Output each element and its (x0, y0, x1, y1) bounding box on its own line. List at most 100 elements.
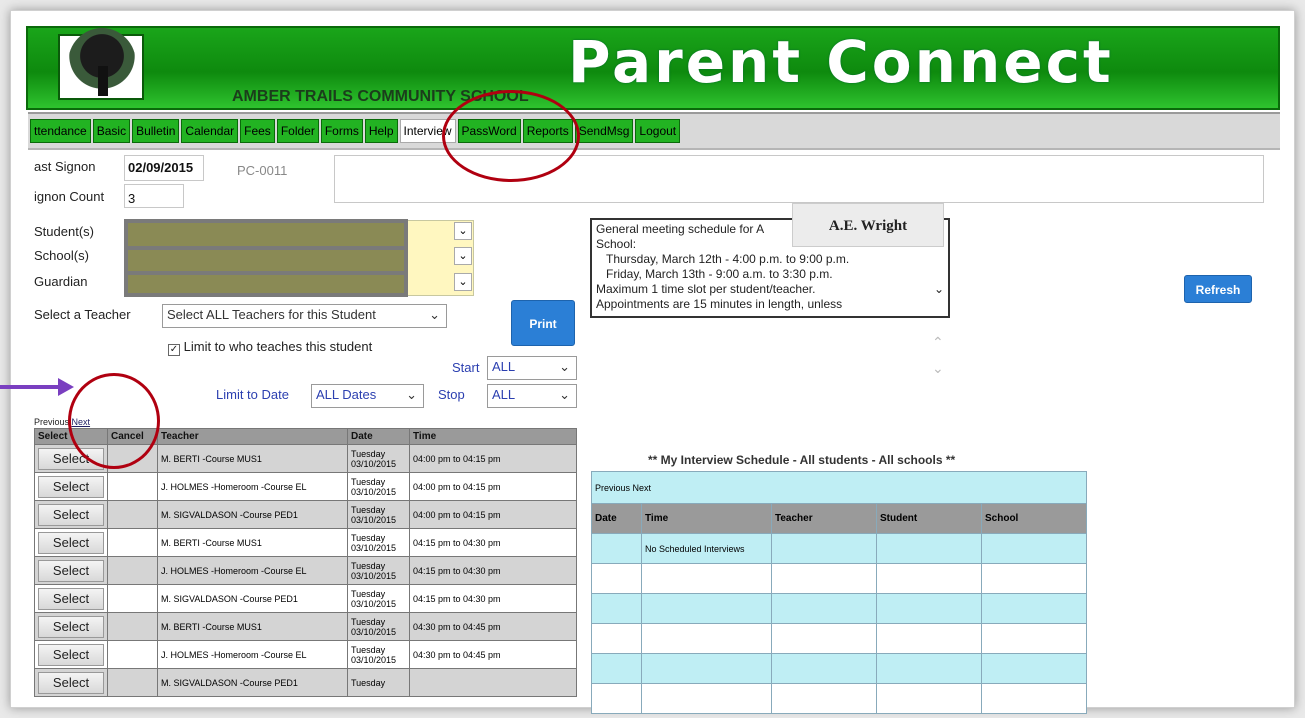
signon-count-value: 3 (128, 191, 136, 206)
time-cell: 04:00 pm to 04:15 pm (409, 500, 577, 529)
nav-tabs: ttendance Basic Bulletin Calendar Fees F… (30, 119, 682, 143)
last-signon-value: 02/09/2015 (128, 160, 194, 175)
date-cell: Tuesday 03/10/2015 (347, 612, 410, 641)
annotation-circle (68, 373, 160, 469)
scroll-down-icon[interactable]: ⌄ (934, 282, 944, 297)
time-cell: 04:00 pm to 04:15 pm (409, 472, 577, 501)
schedule-header-row: Date Time Teacher Student School (591, 503, 1087, 534)
date-cell: Tuesday 03/10/2015 (347, 640, 410, 669)
limit-teaches-row: ✓ Limit to who teaches this student (168, 339, 372, 356)
refresh-button[interactable]: Refresh (1184, 275, 1252, 303)
guardian-label: Guardian (34, 274, 88, 289)
select-button[interactable]: Select (38, 671, 104, 694)
time-cell: 04:30 pm to 04:45 pm (409, 612, 577, 641)
teacher-cell: M. SIGVALDASON -Course PED1 (157, 584, 348, 613)
teacher-cell: M. SIGVALDASON -Course PED1 (157, 500, 348, 529)
limit-date-label: Limit to Date (216, 387, 289, 402)
column-header: Teacher (157, 428, 348, 445)
limit-teaches-label: Limit to who teaches this student (183, 339, 373, 354)
time-cell: 04:15 pm to 04:30 pm (409, 528, 577, 557)
table-row (591, 563, 1087, 594)
cancel-cell (107, 500, 158, 529)
schedule-title: ** My Interview Schedule - All students … (648, 453, 956, 467)
table-row (591, 593, 1087, 624)
tab-folder[interactable]: Folder (276, 119, 319, 143)
tab-sendmsg[interactable]: SendMsg (574, 119, 634, 143)
schools-dropdown-arrow[interactable]: ⌄ (454, 247, 472, 265)
table-row: Select M. SIGVALDASON -Course PED1 Tuesday… (34, 584, 577, 613)
empty-schedule-text: No Scheduled Interviews (641, 533, 772, 564)
date-cell: Tuesday 03/10/2015 (347, 444, 410, 473)
tab-bulletin[interactable]: Bulletin (132, 119, 180, 143)
tab-basic[interactable]: Basic (92, 119, 131, 143)
app-title: Parent Connect (568, 28, 1114, 96)
time-cell (409, 668, 577, 697)
teacher-cell: J. HOLMES -Homeroom -Course EL (157, 472, 348, 501)
select-button[interactable]: Select (38, 475, 104, 498)
start-select[interactable]: ALL ⌄ (487, 356, 577, 380)
schools-label: School(s) (34, 248, 89, 263)
table-row: Select M. SIGVALDASON -Course PED1 Tuesday… (34, 500, 577, 529)
last-signon-label: ast Signon (34, 159, 96, 174)
signon-count-label: ignon Count (34, 189, 105, 204)
cancel-cell (107, 584, 158, 613)
chevron-down-icon: ⌄ (559, 387, 570, 402)
time-cell: 04:15 pm to 04:30 pm (409, 584, 577, 613)
tab-help[interactable]: Help (364, 119, 398, 143)
pc-code: PC-0011 (237, 163, 288, 178)
date-cell: Tuesday 03/10/2015 (347, 556, 410, 585)
stop-label: Stop (438, 387, 465, 402)
select-teacher-label: Select a Teacher (34, 307, 131, 322)
start-label: Start (452, 360, 480, 375)
name-overlay: A.E. Wright (792, 203, 944, 247)
teacher-cell: M. BERTI -Course MUS1 (157, 444, 348, 473)
table-row: Select J. HOLMES -Homeroom -Course EL Tues… (34, 556, 577, 585)
select-button[interactable]: Select (38, 559, 104, 582)
table-row: Select M. BERTI -Course MUS1 Tuesday 03/10/… (34, 528, 577, 557)
date-cell: Tuesday (347, 668, 410, 697)
stop-select[interactable]: ALL ⌄ (487, 384, 577, 408)
time-cell: 04:30 pm to 04:45 pm (409, 640, 577, 669)
table-row (591, 623, 1087, 654)
schedule-table: Previous Next Date Time Teacher Student … (591, 471, 1087, 714)
tab-calendar[interactable]: Calendar (181, 119, 239, 143)
students-dropdown-arrow[interactable]: ⌄ (454, 222, 472, 240)
scroll-up-icon[interactable]: ⌃ (932, 334, 944, 351)
table-row (591, 653, 1087, 684)
select-button[interactable]: Select (38, 643, 104, 666)
table-row: Select J. HOLMES -Homeroom -Course EL Tues… (34, 640, 577, 669)
cancel-cell (107, 612, 158, 641)
select-button[interactable]: Select (38, 503, 104, 526)
cancel-cell (107, 528, 158, 557)
limit-teaches-checkbox[interactable]: ✓ (168, 344, 180, 356)
annotation-arrow-icon (0, 378, 74, 396)
tab-attendance[interactable]: ttendance (30, 119, 91, 143)
scroll-down-icon[interactable]: ⌄ (932, 360, 944, 377)
table-row (591, 683, 1087, 714)
tab-logout[interactable]: Logout (635, 119, 681, 143)
select-button[interactable]: Select (38, 587, 104, 610)
tab-forms[interactable]: Forms (320, 119, 363, 143)
select-button[interactable]: Select (38, 615, 104, 638)
column-header: Student (876, 503, 982, 534)
table-row: No Scheduled Interviews (591, 533, 1087, 564)
time-cell: 04:00 pm to 04:15 pm (409, 444, 577, 473)
grid-prev-link[interactable]: Previous (34, 417, 69, 427)
guardian-dropdown-arrow[interactable]: ⌄ (454, 273, 472, 291)
schedule-pager[interactable]: Previous Next (591, 471, 1087, 504)
column-header: Time (409, 428, 577, 445)
table-row: Select M. SIGVALDASON -Course PED1 Tuesday (34, 668, 577, 697)
teacher-cell: J. HOLMES -Homeroom -Course EL (157, 556, 348, 585)
cancel-cell (107, 472, 158, 501)
select-button[interactable]: Select (38, 531, 104, 554)
tab-fees[interactable]: Fees (240, 119, 275, 143)
date-select[interactable]: ALL Dates ⌄ (311, 384, 424, 408)
column-header: School (981, 503, 1087, 534)
print-button[interactable]: Print (511, 300, 575, 346)
date-cell: Tuesday 03/10/2015 (347, 584, 410, 613)
teacher-select[interactable]: Select ALL Teachers for this Student ⌄ (162, 304, 447, 328)
column-header: Date (347, 428, 410, 445)
teacher-cell: M. BERTI -Course MUS1 (157, 528, 348, 557)
chevron-down-icon: ⌄ (429, 307, 440, 322)
annotation-circle (442, 90, 580, 182)
